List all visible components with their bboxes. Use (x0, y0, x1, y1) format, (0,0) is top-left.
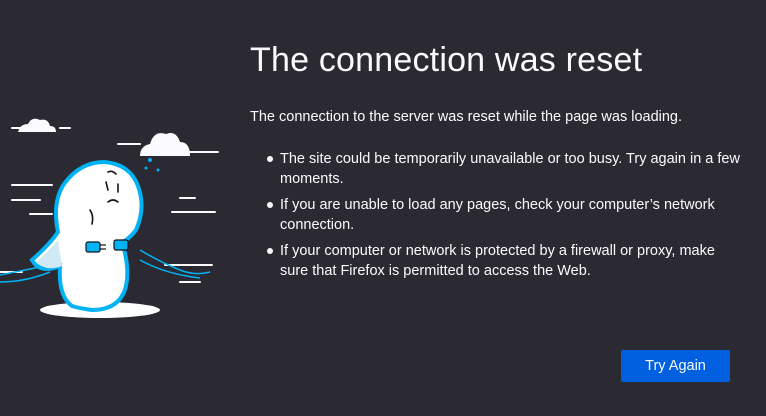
list-item: The site could be temporarily unavailabl… (267, 150, 740, 187)
list-item: If you are unable to load any pages, che… (267, 195, 740, 235)
list-item: If your computer or network is protected… (267, 241, 740, 281)
error-summary: The connection to the server was reset w… (250, 108, 683, 125)
cloud-icon (140, 133, 190, 156)
unplugged-dino-illustration (0, 118, 219, 318)
dino-spots (144, 158, 160, 172)
page-title: The connection was reset (250, 41, 643, 79)
try-again-button[interactable]: Try Again (621, 350, 730, 382)
cloud-icon (18, 118, 56, 132)
error-content: The connection was reset The connection … (250, 40, 740, 287)
error-page: The connection was reset The connection … (0, 0, 766, 416)
error-reasons-list: The site could be temporarily unavailabl… (250, 149, 740, 281)
